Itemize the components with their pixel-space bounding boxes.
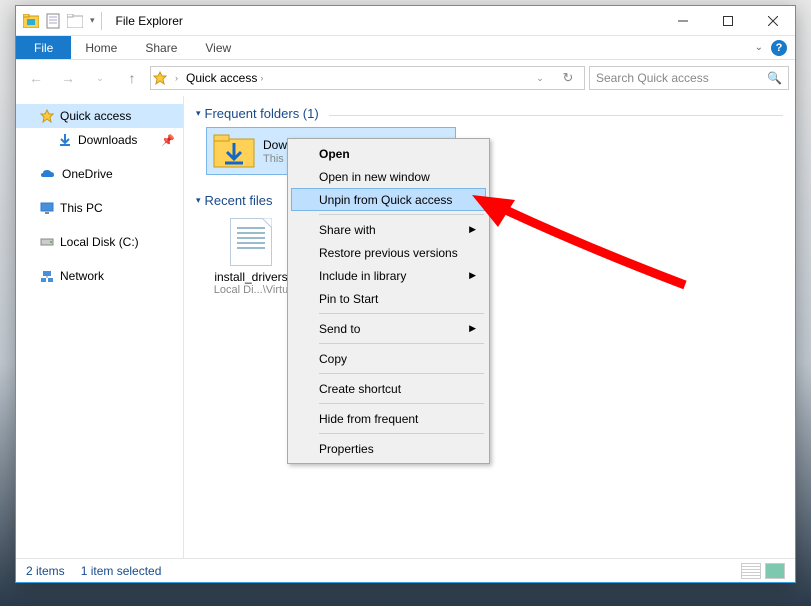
thumbnails-view-button[interactable]: [765, 563, 785, 579]
forward-button[interactable]: →: [54, 64, 82, 92]
navigation-pane: Quick access Downloads 📌 OneDrive This P…: [16, 96, 184, 558]
group-frequent-folders[interactable]: ▾ Frequent folders (1): [196, 106, 783, 121]
new-folder-qat-icon[interactable]: [66, 12, 84, 30]
ctx-restore-versions[interactable]: Restore previous versions: [291, 241, 486, 264]
address-box[interactable]: › Quick access › ⌄ ↻: [150, 66, 585, 90]
collapse-icon: ▾: [196, 108, 201, 119]
submenu-arrow-icon: ▶: [469, 270, 476, 281]
help-icon[interactable]: ?: [771, 40, 787, 56]
ctx-send-to[interactable]: Send to▶: [291, 317, 486, 340]
status-selected-count: 1 item selected: [81, 564, 162, 578]
ribbon-expand-icon[interactable]: ⌄: [755, 42, 763, 53]
tab-view[interactable]: View: [191, 36, 245, 59]
file-tab[interactable]: File: [16, 36, 71, 59]
ctx-properties[interactable]: Properties: [291, 437, 486, 460]
this-pc-icon: [40, 202, 54, 215]
refresh-button[interactable]: ↻: [554, 64, 582, 92]
nav-onedrive[interactable]: OneDrive: [16, 162, 183, 186]
ctx-hide-frequent[interactable]: Hide from frequent: [291, 407, 486, 430]
ctx-open[interactable]: Open: [291, 142, 486, 165]
address-bar: ← → ⌄ ↑ › Quick access › ⌄ ↻ Search Quic…: [16, 60, 795, 96]
minimize-button[interactable]: [660, 6, 705, 35]
ctx-pin-to-start[interactable]: Pin to Start: [291, 287, 486, 310]
window-title: File Explorer: [116, 14, 183, 28]
network-icon: [40, 270, 54, 283]
ctx-unpin-quick-access[interactable]: Unpin from Quick access: [291, 188, 486, 211]
up-button[interactable]: ↑: [118, 64, 146, 92]
app-icon: [22, 12, 40, 30]
search-icon: 🔍: [767, 71, 782, 85]
search-input[interactable]: Search Quick access 🔍: [589, 66, 789, 90]
properties-qat-icon[interactable]: [44, 12, 62, 30]
ctx-copy[interactable]: Copy: [291, 347, 486, 370]
collapse-icon: ▾: [196, 195, 201, 206]
close-button[interactable]: [750, 6, 795, 35]
ctx-create-shortcut[interactable]: Create shortcut: [291, 377, 486, 400]
recent-locations-icon[interactable]: ⌄: [86, 64, 114, 92]
downloads-folder-icon: [213, 132, 255, 170]
folder-sub: This: [263, 153, 287, 165]
status-bar: 2 items 1 item selected: [16, 558, 795, 582]
star-icon: [40, 109, 54, 123]
onedrive-icon: [40, 169, 56, 180]
breadcrumb-quick-access[interactable]: Quick access ›: [182, 71, 267, 85]
ribbon-tabs: File Home Share View ⌄ ?: [16, 36, 795, 60]
maximize-button[interactable]: [705, 6, 750, 35]
ctx-share-with[interactable]: Share with▶: [291, 218, 486, 241]
qat-dropdown-icon[interactable]: ▾: [90, 15, 95, 26]
tab-share[interactable]: Share: [131, 36, 191, 59]
file-install-drivers[interactable]: install_drivers Local Di...\Virtu: [206, 214, 296, 300]
nav-local-disk[interactable]: Local Disk (C:): [16, 230, 183, 254]
status-item-count: 2 items: [26, 564, 65, 578]
details-view-button[interactable]: [741, 563, 761, 579]
back-button[interactable]: ←: [22, 64, 50, 92]
submenu-arrow-icon: ▶: [469, 224, 476, 235]
nav-downloads[interactable]: Downloads 📌: [16, 128, 183, 152]
tab-home[interactable]: Home: [71, 36, 131, 59]
file-location: Local Di...\Virtu: [214, 284, 288, 296]
titlebar: ▾ File Explorer: [16, 6, 795, 36]
address-dropdown-icon[interactable]: ⌄: [526, 64, 554, 92]
text-file-icon: [230, 218, 272, 266]
ctx-open-new-window[interactable]: Open in new window: [291, 165, 486, 188]
downloads-icon: [58, 133, 72, 147]
disk-icon: [40, 236, 54, 248]
file-name: install_drivers: [214, 270, 287, 284]
quick-access-star-icon: [153, 71, 171, 85]
nav-this-pc[interactable]: This PC: [16, 196, 183, 220]
ctx-include-library[interactable]: Include in library▶: [291, 264, 486, 287]
nav-network[interactable]: Network: [16, 264, 183, 288]
search-placeholder: Search Quick access: [596, 71, 709, 85]
nav-quick-access[interactable]: Quick access: [16, 104, 183, 128]
context-menu: Open Open in new window Unpin from Quick…: [287, 138, 490, 464]
pin-icon: 📌: [161, 134, 175, 147]
submenu-arrow-icon: ▶: [469, 323, 476, 334]
